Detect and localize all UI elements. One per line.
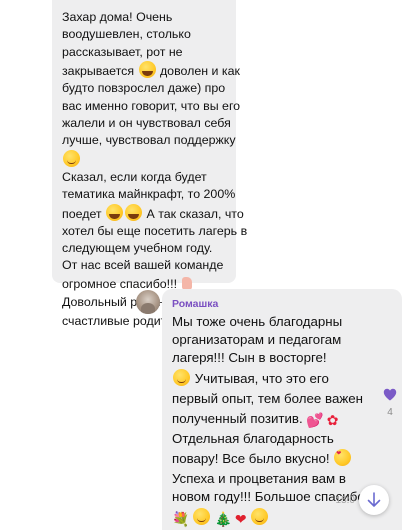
message-text-line: лучше, чувствовал поддержку [62, 133, 236, 148]
message-text-line: жалели и он чувствовал себя [62, 115, 231, 130]
message-text-fragment: Учитывая, что это его [194, 370, 329, 386]
thumbs-up-icon [182, 276, 193, 290]
message-text-line: Сказал, если когда будет [62, 169, 207, 184]
reaction-badge[interactable]: 4 [379, 388, 401, 418]
message-text-line: Мы тоже очень благодарны [172, 314, 343, 329]
message-bubble-incoming[interactable]: Захар дома! Очень воодушевлен, столько р… [52, 0, 248, 329]
smiling-face-icon [250, 508, 268, 526]
message-text-line: хотел бы еще посетить лагерь в [62, 223, 248, 238]
message-text-fragment: доволен и как [159, 64, 240, 79]
message-text-line: От нас всей вашей команде [62, 258, 224, 273]
avatar[interactable] [136, 290, 160, 314]
message-text-line-with-emoji: Учитывая, что это его [172, 368, 394, 390]
scroll-down-button[interactable] [359, 485, 389, 515]
message-text-line: воодушевлен, столько [62, 27, 191, 42]
laughing-face-icon [125, 203, 143, 221]
message-text-fragment: А так сказал, что [146, 206, 244, 221]
message-text-fragment: огромное спасибо!!! [62, 276, 178, 291]
message-text-fragment: повару! Все было вкусно! [172, 450, 330, 466]
emoji-row: 💐 🎄 ❤ [172, 506, 394, 530]
smiling-face-icon [173, 368, 190, 386]
message-text-line-with-emoji: поедет А так сказал, что [62, 203, 244, 223]
message-text-line: Успеха и процветания вам в [172, 470, 346, 486]
sparkling-hearts-icon: 💕 [306, 411, 324, 428]
message-text-line: следующем учебном году. [62, 240, 213, 255]
message-text-line: будто повзрослел даже) про [62, 81, 226, 96]
laughing-face-icon [138, 61, 156, 79]
message-text-line: вас именно говорит, что вы его [62, 98, 241, 113]
purple-heart-icon [383, 388, 397, 401]
message-text-line: Захар дома! Очень [62, 10, 173, 24]
message-text-line: Отдельная благодарность [172, 430, 334, 446]
message-time: 15:0 [335, 495, 355, 506]
message-text-line: организаторам и педагогам [172, 332, 342, 348]
message-text-fragment: закрывается [62, 64, 135, 79]
message-text-line-with-emoji: полученный позитив. 💕 ✿ [172, 408, 394, 430]
chat-view: Захар дома! Очень воодушевлен, столько р… [0, 0, 420, 530]
message-text-line-with-emoji: повару! Все было вкусно! [172, 448, 394, 470]
message-text-line: лагеря!!! Сын в восторге! [172, 350, 327, 366]
flower-icon: ✿ [326, 411, 339, 428]
bouquet-icon: 💐 [172, 511, 190, 528]
heart-eyes-face-icon [334, 448, 352, 466]
emoji-line [62, 149, 228, 169]
message-text-line-with-emoji: закрывается доволен и как [62, 61, 240, 80]
christmas-tree-icon: 🎄 [214, 511, 232, 528]
message-text-line: рассказывает, рот не [62, 44, 183, 59]
smiling-face-icon [63, 149, 80, 167]
message-text-line: тематика майнкрафт, то 200% [62, 187, 236, 202]
laughing-face-icon [106, 203, 124, 221]
message-text-fragment: полученный позитив. [172, 410, 303, 426]
reaction-count: 4 [387, 407, 393, 418]
message-text-line: первый опыт, тем более важен [172, 390, 363, 406]
message-text-fragment: поедет [62, 206, 102, 221]
arrow-down-icon [367, 492, 381, 507]
red-heart-icon: ❤ [234, 511, 247, 528]
smiling-face-icon [193, 508, 211, 526]
sender-name[interactable]: Ромашка [172, 297, 394, 311]
